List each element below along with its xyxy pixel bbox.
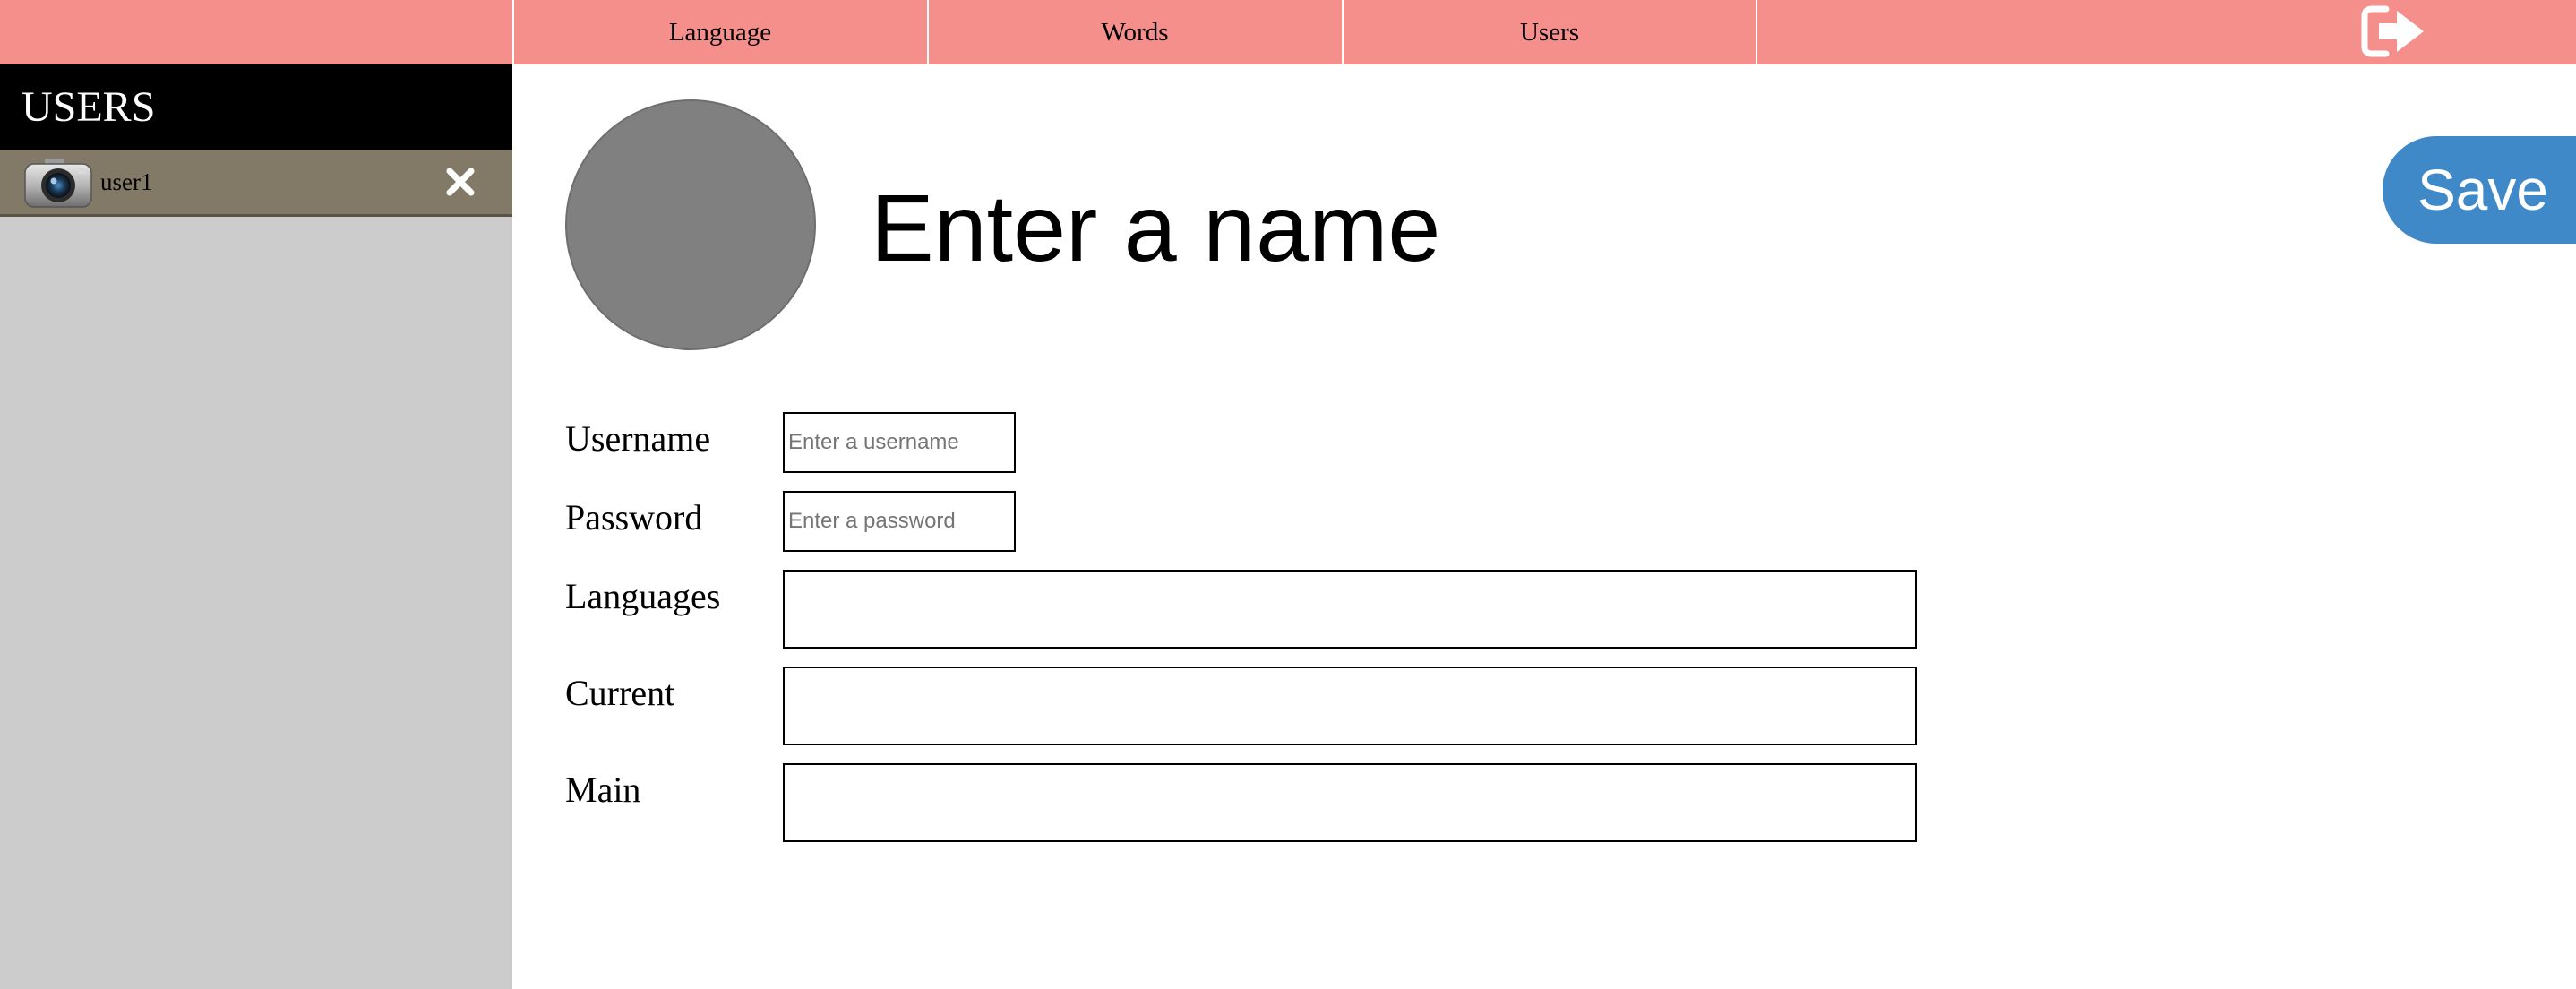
save-button[interactable]: Save — [2383, 136, 2576, 244]
tab-words[interactable]: Words — [927, 0, 1341, 64]
top-nav-bar: Language Words Users — [0, 0, 2576, 64]
logout-icon[interactable] — [2361, 4, 2427, 59]
languages-field[interactable] — [783, 570, 1917, 649]
name-title[interactable]: Enter a name — [871, 170, 1440, 287]
password-input[interactable] — [783, 491, 1016, 552]
user-name: user1 — [100, 168, 153, 195]
profile-avatar[interactable] — [565, 99, 816, 350]
languages-label: Languages — [565, 576, 721, 616]
sidebar-title: USERS — [0, 64, 512, 150]
username-input[interactable] — [783, 412, 1016, 473]
user-list-item[interactable]: user1 — [0, 150, 512, 217]
current-field[interactable] — [783, 666, 1917, 745]
password-label: Password — [565, 497, 703, 538]
sidebar: USERS user1 — [0, 64, 512, 989]
close-icon[interactable] — [444, 166, 477, 198]
nav-divider — [1756, 0, 1757, 64]
camera-icon — [23, 155, 93, 211]
username-label: Username — [565, 418, 711, 459]
tab-users[interactable]: Users — [1342, 0, 1756, 64]
current-label: Current — [565, 673, 675, 713]
main-field[interactable] — [783, 763, 1917, 842]
tab-language[interactable]: Language — [512, 0, 926, 64]
main-label: Main — [565, 770, 641, 810]
